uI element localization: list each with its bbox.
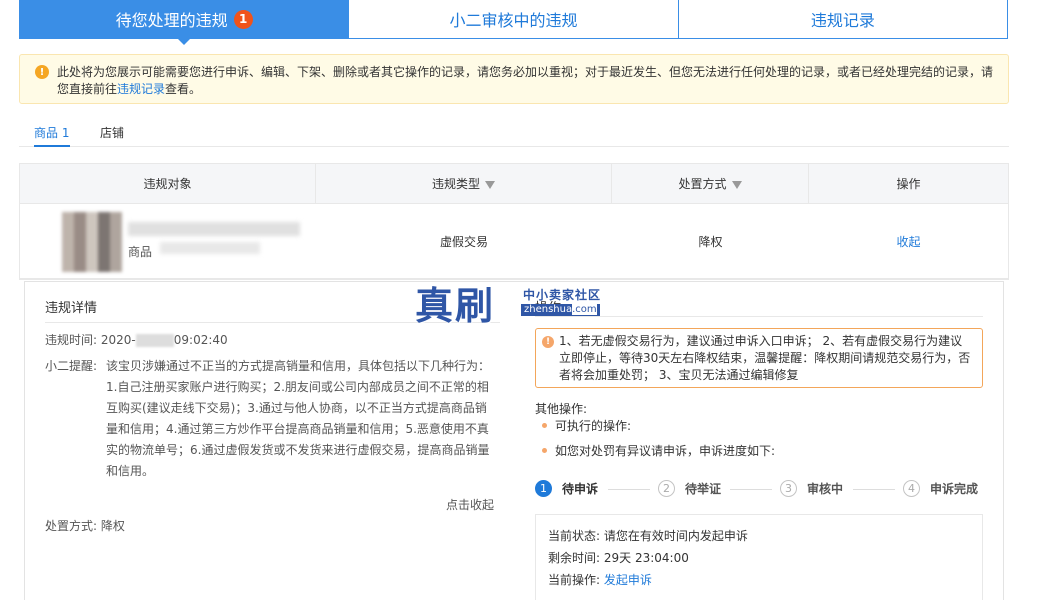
- cell-type: 虚假交易: [439, 234, 488, 249]
- cell-disposal: 降权: [698, 234, 723, 249]
- bullet-executable-ops: 可执行的操作:: [535, 417, 631, 434]
- step-connector: [608, 489, 650, 490]
- notice-text-end: 查看。: [165, 82, 202, 96]
- violation-records-link[interactable]: 违规记录: [117, 82, 165, 96]
- violation-tabs: 待您处理的违规 1 小二审核中的违规 违规记录: [19, 0, 1008, 45]
- detail-title: 违规详情: [45, 301, 98, 316]
- blurred-product-title: [128, 222, 300, 236]
- collapse-link[interactable]: 收起: [896, 233, 920, 250]
- other-operations-label: 其他操作:: [535, 402, 588, 416]
- header-object: 违规对象: [20, 164, 316, 203]
- tab-violation-records[interactable]: 违规记录: [678, 0, 1007, 38]
- click-collapse-link[interactable]: 点击收起: [446, 495, 494, 516]
- violation-detail-panel: 违规详情 违规时间: 2020- 09:02:40 小二提醒: 该宝贝涉嫌通过不正…: [24, 281, 1004, 600]
- current-operation: 当前操作: 发起申诉: [548, 573, 652, 587]
- goods-prefix: 商品: [128, 245, 153, 259]
- appeal-status-box: 当前状态: 请您在有效时间内发起申诉 剩余时间: 29天 23:04:00 当前…: [535, 514, 983, 600]
- header-action: 操作: [896, 177, 921, 191]
- blurred-product-id: [160, 242, 260, 254]
- reminder-label: 小二提醒:: [45, 359, 98, 373]
- warning-icon: !: [35, 65, 49, 79]
- watermark-domain: zhenshua.com: [521, 304, 600, 316]
- cell-action: 收起: [809, 204, 1008, 278]
- pending-count-badge: 1: [233, 9, 253, 29]
- table-row: 商品 虚假交易 降权 收起: [20, 204, 1008, 279]
- step-connector: [730, 489, 772, 490]
- watermark-logo: 真刷: [415, 283, 496, 328]
- masked-date: [135, 334, 174, 347]
- tab-under-review-label: 小二审核中的违规: [449, 11, 578, 30]
- cell-object: 商品: [20, 204, 316, 278]
- current-status: 当前状态: 请您在有效时间内发起申诉: [548, 529, 748, 543]
- step-pending-appeal: 1 待申诉: [535, 480, 598, 497]
- header-disposal[interactable]: 处置方式: [612, 164, 809, 203]
- divider: [535, 316, 983, 317]
- filter-icon[interactable]: [731, 180, 742, 189]
- step-connector: [853, 489, 895, 490]
- bullet-appeal-progress: 如您对处罚有异议请申诉，申诉进度如下:: [535, 442, 775, 459]
- filter-icon[interactable]: [485, 180, 495, 189]
- header-type[interactable]: 违规类型: [316, 164, 612, 203]
- appeal-progress-steps: 1 待申诉 2 待举证 3 审核中 4 申诉完成: [535, 480, 983, 502]
- remaining-time: 剩余时间: 29天 23:04:00: [548, 551, 689, 565]
- warning-icon: !: [542, 336, 554, 348]
- tab-records-label: 违规记录: [810, 11, 875, 30]
- operation-tip-text: 1、若无虚假交易行为，建议通过申诉入口申诉； 2、若有虚假交易行为建议立即停止，…: [559, 334, 971, 382]
- object-tabs: 商品 1 店铺: [19, 120, 1009, 147]
- table-header: 违规对象 违规类型 处置方式 操作: [20, 164, 1008, 204]
- operations-column: 操作 ! 1、若无虚假交易行为，建议通过申诉入口申诉； 2、若有虚假交易行为建议…: [535, 282, 985, 600]
- step-reviewing: 3 审核中: [780, 480, 843, 497]
- tab-shop[interactable]: 店铺: [100, 124, 124, 147]
- start-appeal-link[interactable]: 发起申诉: [604, 573, 652, 587]
- product-thumbnail[interactable]: [62, 212, 122, 272]
- notice-banner: ! 此处将为您展示可能需要您进行申诉、编辑、下架、删除或者其它操作的记录，请您务…: [19, 54, 1009, 104]
- disposal-method: 处置方式: 降权: [45, 519, 125, 533]
- reminder-text: 该宝贝涉嫌通过不正当的方式提高销量和信用，具体包括以下几种行为：1.自己注册买家…: [106, 359, 491, 478]
- operation-tip-box: ! 1、若无虚假交易行为，建议通过申诉入口申诉； 2、若有虚假交易行为建议立即停…: [535, 328, 983, 388]
- tab-under-review[interactable]: 小二审核中的违规: [349, 0, 679, 38]
- violation-time: 违规时间: 2020- 09:02:40: [45, 333, 228, 347]
- step-pending-evidence: 2 待举证: [658, 480, 721, 497]
- tab-goods[interactable]: 商品 1: [34, 124, 70, 147]
- tab-pending-violations[interactable]: 待您处理的违规 1: [20, 0, 350, 45]
- tab-pending-label: 待您处理的违规: [115, 11, 228, 30]
- violation-table: 违规对象 违规类型 处置方式 操作 商品 虚假交易 降权 收起: [19, 163, 1009, 280]
- watermark-community: 中小卖家社区: [523, 288, 602, 302]
- step-appeal-complete: 4 申诉完成: [903, 480, 978, 497]
